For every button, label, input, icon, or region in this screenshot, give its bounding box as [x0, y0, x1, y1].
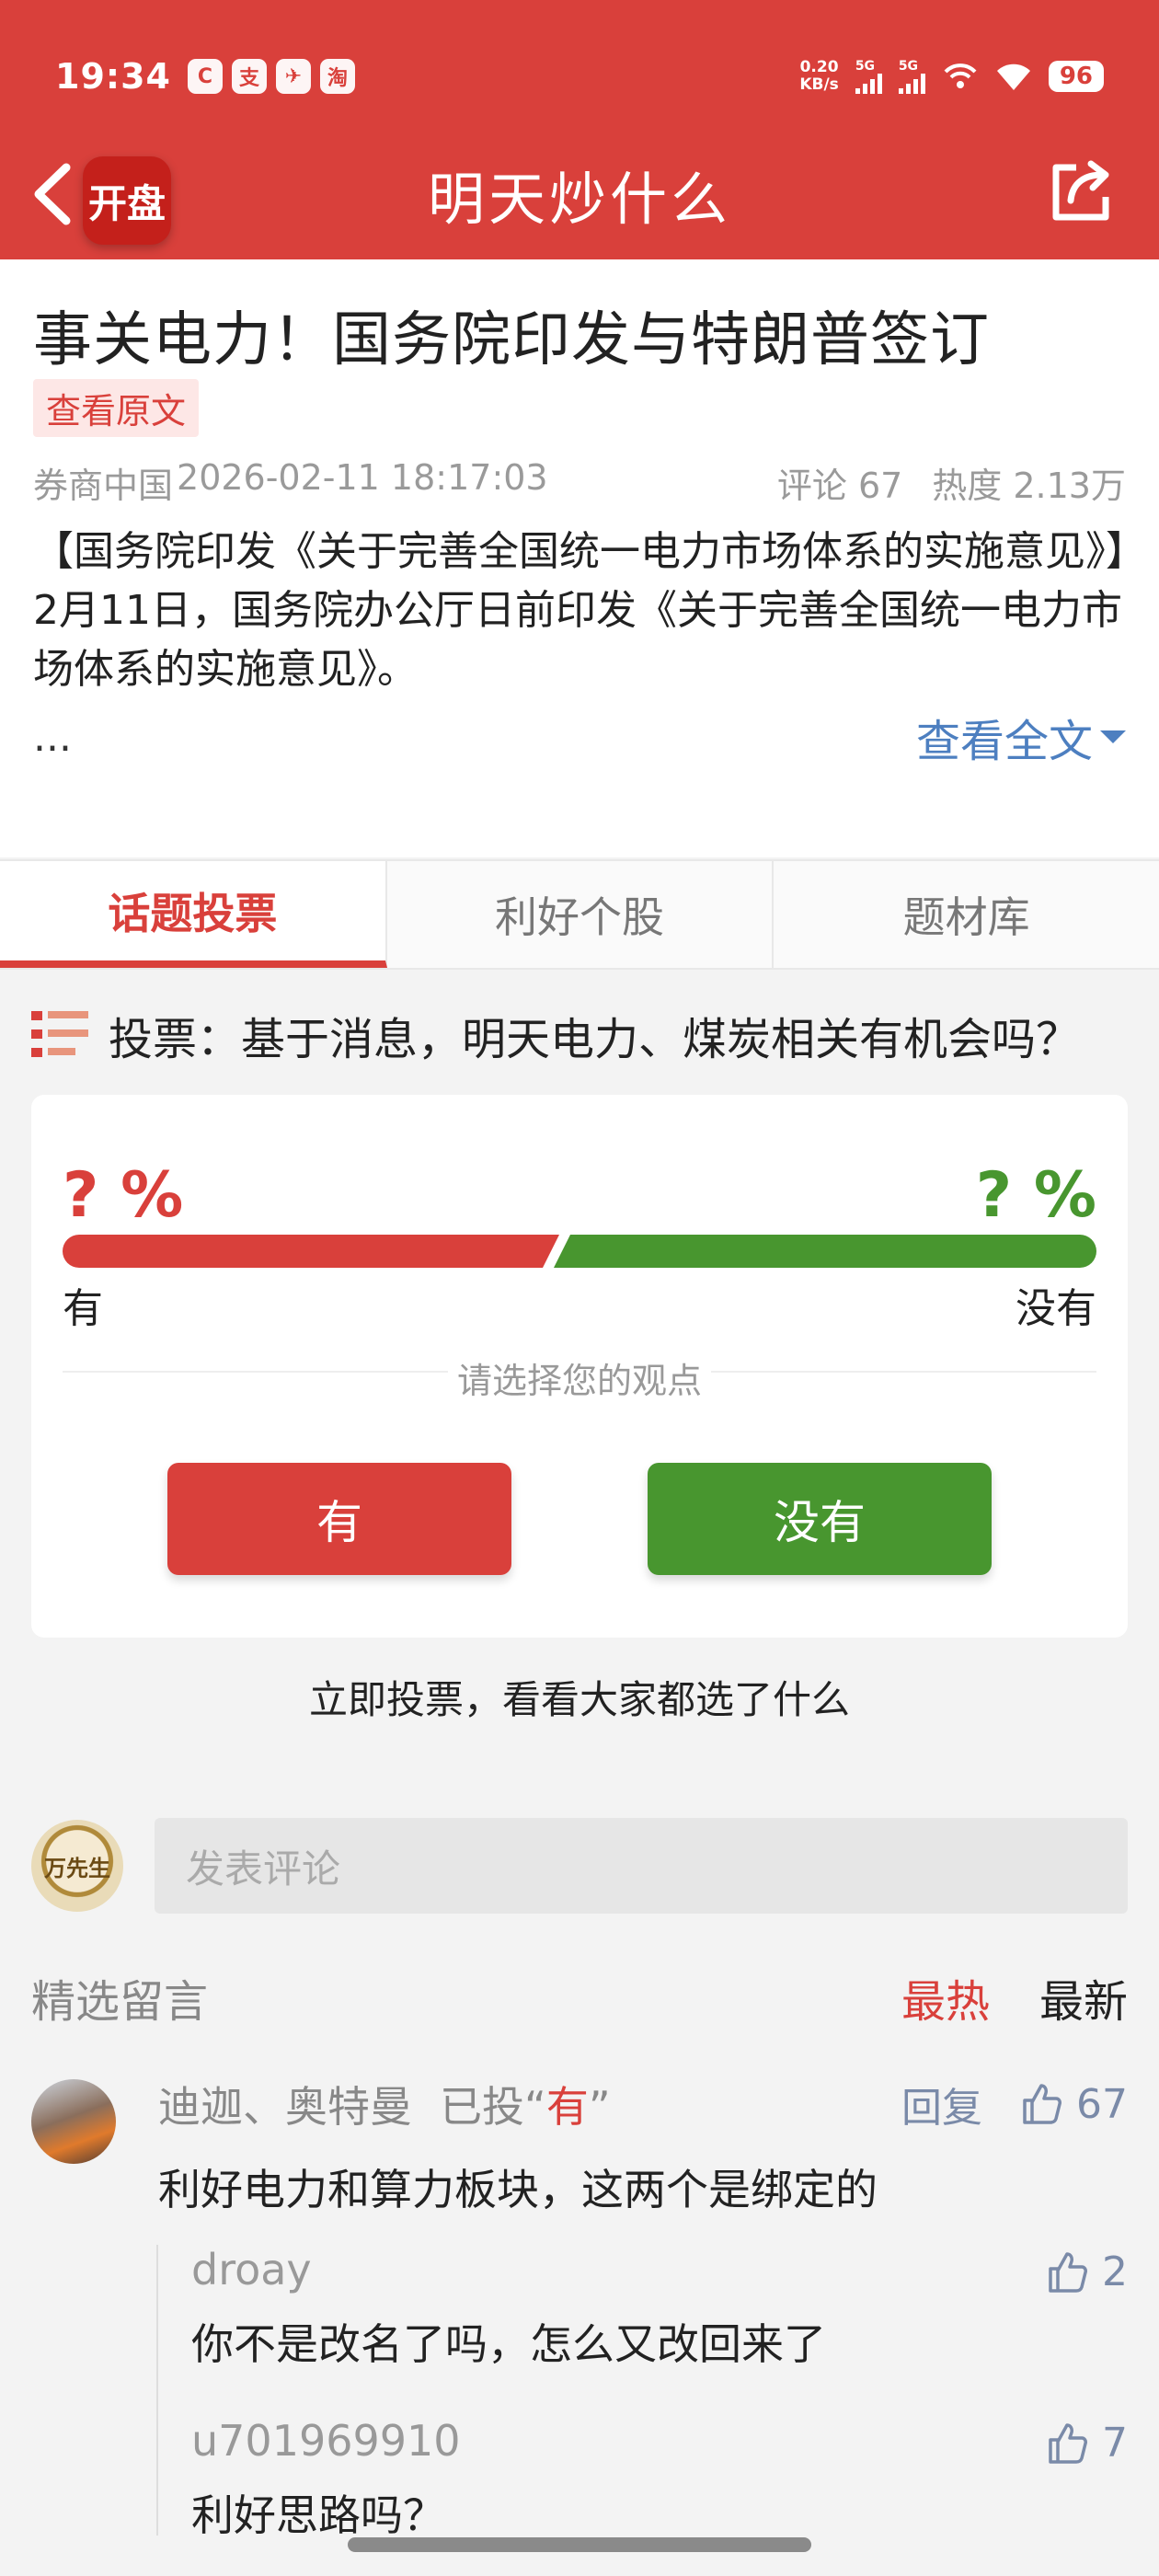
article-body-line: 【国务院印发《关于完善全国统一电力市场体系的实施意见》】 [33, 528, 1146, 575]
reply-text: 你不是改名了吗，怎么又改回来了 [191, 2319, 826, 2369]
avatar[interactable] [31, 2079, 116, 2164]
home-indicator[interactable] [348, 2537, 811, 2552]
my-avatar[interactable]: 万先生 [31, 1820, 123, 1912]
vote-ratio-bar [63, 1235, 1096, 1268]
reply-button[interactable]: 回复 [901, 2075, 982, 2133]
article-meta: 券商中国 2026-02-11 18:17:03 评论 67 热度 2.13万 [33, 457, 1126, 508]
browser-app-icon: C [187, 59, 223, 94]
reply-username[interactable]: u701969910 [191, 2416, 1128, 2466]
dropdown-triangle-icon [1100, 730, 1126, 743]
comments-section: 万先生 发表评论 精选留言 最热 最新 迪迦、奥特曼 已投“有” 回复 67 利… [0, 1785, 1159, 2576]
ellipsis: ... [33, 713, 72, 761]
status-time: 19:34 [55, 56, 171, 97]
vote-section: 投票：基于消息，明天电力、煤炭相关有机会吗？ ? % ? % 有 没有 请选择您… [0, 970, 1159, 1752]
battery-indicator: 96 [1048, 61, 1104, 92]
vote-yes-button[interactable]: 有 [167, 1463, 511, 1575]
like-button[interactable]: 2 [1045, 2248, 1128, 2295]
thumbs-up-icon [1023, 2084, 1061, 2124]
sort-hot-button[interactable]: 最热 [901, 1965, 990, 2030]
page-title: 明天炒什么 [427, 166, 731, 233]
signal-icon: 5G [855, 59, 882, 94]
yes-percent: ? % [63, 1159, 184, 1232]
vote-card: ? % ? % 有 没有 请选择您的观点 有 没有 [31, 1095, 1128, 1638]
article-body: 【国务院印发《关于完善全国统一电力市场体系的实施意见》】 2月11日，国务院办公… [33, 523, 1146, 699]
tab-topic-vote[interactable]: 话题投票 [0, 861, 387, 968]
yes-label: 有 [63, 1285, 103, 1332]
tab-theme-library[interactable]: 题材库 [774, 861, 1159, 968]
thumbs-up-icon [1049, 2422, 1087, 2464]
thumbs-up-icon [1049, 2251, 1087, 2293]
reply-item: u701969910 7 利好思路吗？ [156, 2416, 1128, 2536]
reply-item: droay 2 你不是改名了吗，怎么又改回来了 [156, 2245, 1128, 2420]
article-title: 事关电力！国务院印发与特朗普签订 [33, 306, 990, 374]
like-count: 67 [1076, 2080, 1128, 2128]
wifi-icon [996, 63, 1030, 90]
featured-comments-title: 精选留言 [31, 1976, 209, 2028]
tab-bar: 话题投票 利好个股 题材库 [0, 859, 1159, 970]
like-count: 7 [1102, 2420, 1128, 2467]
like-count: 2 [1102, 2248, 1128, 2295]
comment-header: 迪迦、奥特曼 已投“有” 回复 67 [158, 2074, 1128, 2134]
status-right-icons: 0.20 KB/s 5G 5G 96 [799, 59, 1104, 94]
like-button[interactable]: 7 [1045, 2420, 1128, 2467]
tab-favorable-stocks[interactable]: 利好个股 [387, 861, 775, 968]
article-heat: 热度 2.13万 [932, 466, 1126, 506]
article-body-line: 2月11日，国务院办公厅日前印发《关于完善全国统一电力市场体系的实施意见》。 [33, 587, 1122, 693]
comment-input[interactable]: 发表评论 [155, 1818, 1128, 1914]
article-source: 券商中国 [33, 466, 174, 506]
view-original-button[interactable]: 查看原文 [33, 379, 200, 437]
share-icon[interactable] [1045, 156, 1117, 228]
plane-app-icon: ✈ [275, 59, 311, 94]
vote-list-icon [31, 1011, 88, 1057]
reply-username[interactable]: droay [191, 2245, 1128, 2294]
comment-input-row: 万先生 发表评论 [31, 1818, 1128, 1914]
vote-question-text: 投票：基于消息，明天电力、煤炭相关有机会吗？ [109, 1014, 1081, 1065]
vote-question: 投票：基于消息，明天电力、煤炭相关有机会吗？ [31, 1003, 1131, 1067]
alipay-app-icon: 支 [231, 59, 267, 94]
vote-no-button[interactable]: 没有 [648, 1463, 992, 1575]
article-more-row: ... 查看全文 [33, 705, 1126, 769]
taobao-app-icon: 淘 [319, 59, 355, 94]
reply-text: 利好思路吗？ [191, 2490, 445, 2536]
see-all-button[interactable]: 查看全文 [916, 705, 1126, 769]
comment-sort-row: 精选留言 最热 最新 [31, 1965, 1128, 2030]
article-datetime: 2026-02-11 18:17:03 [177, 457, 548, 498]
app-header: 19:34 C 支 ✈ 淘 0.20 KB/s 5G 5G 96 开盘 明天炒什… [0, 0, 1159, 259]
comment-item: 迪迦、奥特曼 已投“有” 回复 67 利好电力和算力板块，这两个是绑定的 [31, 2061, 1128, 2226]
comment-username[interactable]: 迪迦、奥特曼 [158, 2074, 412, 2134]
signal-icon-2: 5G [898, 59, 925, 94]
vote-bar-labels: 有 没有 [63, 1275, 1096, 1334]
sort-new-button[interactable]: 最新 [1039, 1965, 1128, 2030]
comment-vote-badge: 已投“有” [440, 2082, 611, 2132]
no-percent: ? % [975, 1159, 1096, 1232]
status-bar: 19:34 C 支 ✈ 淘 0.20 KB/s 5G 5G 96 [55, 53, 1104, 99]
comment-text: 利好电力和算力板块，这两个是绑定的 [158, 2165, 878, 2214]
no-label: 没有 [1016, 1285, 1096, 1332]
vote-percent-row: ? % ? % [63, 1159, 1096, 1232]
article-comment-count[interactable]: 评论 67 [777, 457, 902, 508]
vote-hint: 立即投票，看看大家都选了什么 [308, 1677, 850, 1722]
nav-bar: 开盘 明天炒什么 [0, 147, 1159, 245]
vote-bar-yes [63, 1235, 559, 1268]
net-speed: 0.20 KB/s [799, 58, 839, 94]
article-card: 事关电力！国务院印发与特朗普签订 查看原文 券商中国 2026-02-11 18… [0, 259, 1159, 857]
hotspot-icon [944, 63, 977, 88]
like-button[interactable]: 67 [1019, 2081, 1128, 2128]
vote-prompt: 请选择您的观点 [31, 1352, 1128, 1403]
status-app-icons: C 支 ✈ 淘 [187, 59, 355, 94]
vote-bar-no [554, 1235, 1096, 1268]
